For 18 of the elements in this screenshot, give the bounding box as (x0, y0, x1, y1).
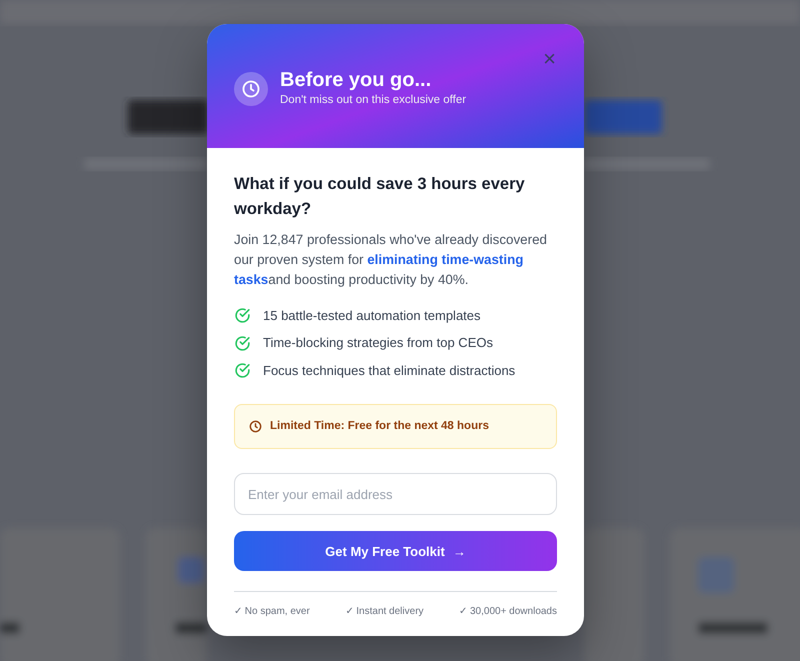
clock-icon (249, 420, 262, 434)
intro-paragraph: Join 12,847 professionals who've already discovered our proven system for eliminating time-wasting tasksand boosting productivity by 40%. (234, 230, 548, 289)
notice-text: Limited Time: Free for the next 48 hours (270, 419, 489, 434)
dialog-title: Before you go... (280, 69, 432, 92)
dialog-subtitle: Don't miss out on this exclusive offer (280, 93, 466, 108)
benefit-text: 15 battle-tested automation templates (263, 306, 481, 325)
check-circle-icon (234, 307, 251, 324)
check-circle-icon (234, 362, 251, 380)
clock-icon (234, 72, 268, 106)
email-field[interactable]: Enter your email address (234, 473, 557, 516)
assurance-text: ✓ No spam, ever (234, 605, 310, 618)
get-toolkit-button[interactable]: Get My Free Toolkit → (234, 531, 557, 572)
assurance-text: ✓ 30,000+ downloads (459, 605, 557, 618)
check-circle-icon (234, 334, 251, 352)
benefit-text: Focus techniques that eliminate distractions (263, 362, 516, 380)
benefit-text: Time-blocking strategies from top CEOs (263, 334, 493, 352)
assurance-text: ✓ Instant delivery (345, 605, 424, 618)
headline: What if you could save 3 hours every workday? (234, 174, 526, 220)
